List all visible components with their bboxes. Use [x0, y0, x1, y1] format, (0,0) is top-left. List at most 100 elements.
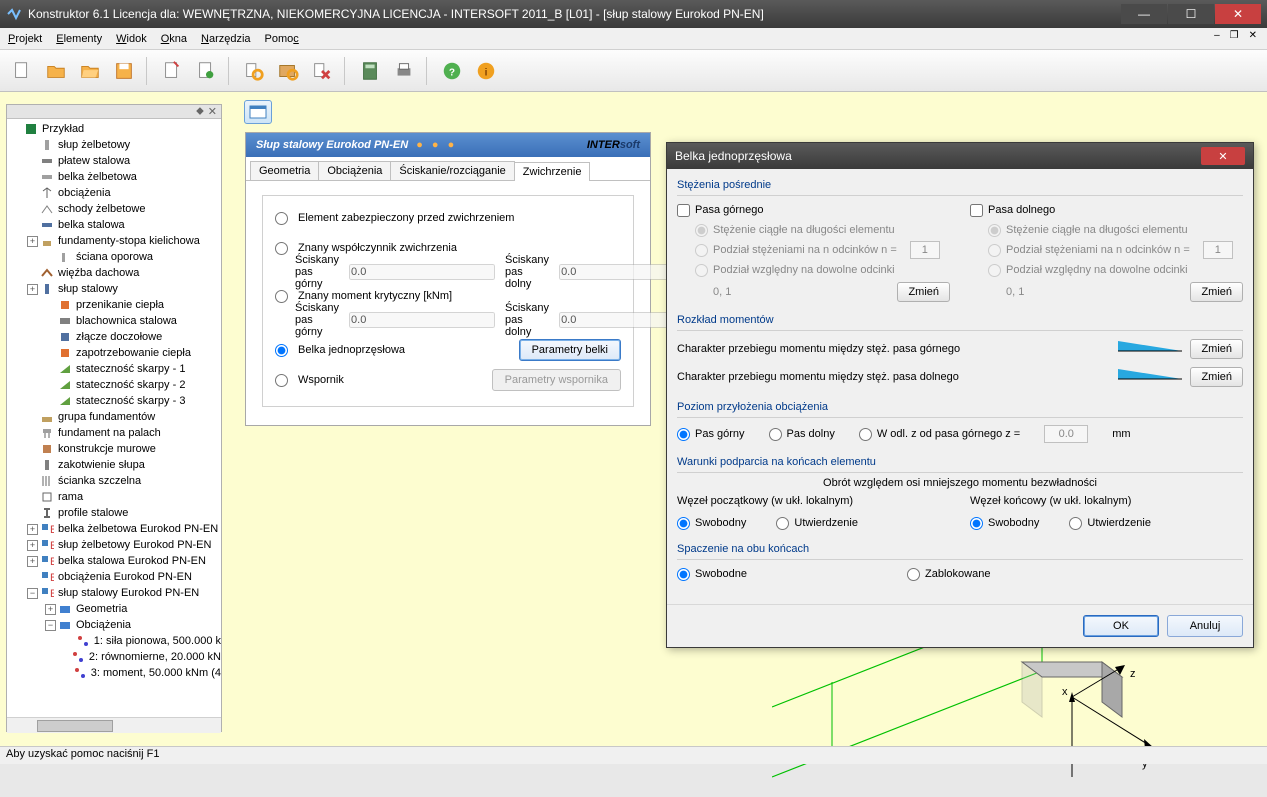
tree-item[interactable]: słup stalowy Eurokod PN-EN	[56, 587, 199, 599]
tree-item[interactable]: ścianka szczelna	[56, 475, 141, 487]
tree-item[interactable]: profile stalowe	[56, 507, 128, 519]
tree-item[interactable]: 1: siła pionowa, 500.000 k	[92, 635, 221, 647]
expand-icon[interactable]: +	[27, 524, 38, 535]
input-z[interactable]	[1044, 425, 1088, 443]
delete-button[interactable]	[308, 57, 336, 85]
new-button[interactable]	[8, 57, 36, 85]
tree-item[interactable]: rama	[56, 491, 83, 503]
check-pasa-gornego[interactable]	[677, 204, 690, 217]
calc-button[interactable]	[356, 57, 384, 85]
cancel-button[interactable]: Anuluj	[1167, 615, 1243, 637]
tree-scrollbar[interactable]	[7, 717, 221, 733]
tree-item[interactable]: stateczność skarpy - 2	[74, 379, 185, 391]
mdi-minimize-button[interactable]: –	[1210, 30, 1224, 41]
zmien-moment-g-button[interactable]: Zmień	[1190, 339, 1243, 359]
ok-button[interactable]: OK	[1083, 615, 1159, 637]
tree-item[interactable]: belka stalowa Eurokod PN-EN	[56, 555, 206, 567]
tree-root[interactable]: Przykład	[40, 123, 84, 135]
menu-elementy[interactable]: Elementy	[56, 33, 102, 45]
mdi-restore-button[interactable]: ❐	[1226, 30, 1243, 41]
tree-item[interactable]: schody żelbetowe	[56, 203, 145, 215]
radio-swobodne[interactable]	[677, 568, 690, 581]
radio-odl-z[interactable]	[859, 428, 872, 441]
radio-wspolczynnik[interactable]	[275, 242, 288, 255]
doc2-button[interactable]	[192, 57, 220, 85]
menu-widok[interactable]: Widok	[116, 33, 147, 45]
tree-item[interactable]: słup żelbetowy Eurokod PN-EN	[56, 539, 211, 551]
radio-swobodny-p[interactable]	[677, 517, 690, 530]
collapse-icon[interactable]: −	[27, 588, 38, 599]
info-button[interactable]: i	[472, 57, 500, 85]
tree-item[interactable]: obciążenia	[56, 187, 111, 199]
tree-item[interactable]: konstrukcje murowe	[56, 443, 156, 455]
mdi-window-icon[interactable]	[244, 100, 272, 124]
expand-icon[interactable]: +	[27, 540, 38, 551]
menu-narzedzia[interactable]: Narzędzia	[201, 33, 251, 45]
zmien-d-button[interactable]: Zmień	[1190, 282, 1243, 302]
tree-item[interactable]: słup stalowy	[56, 283, 118, 295]
check-pasa-dolnego[interactable]	[970, 204, 983, 217]
menu-okna[interactable]: Okna	[161, 33, 187, 45]
help-button[interactable]: ?	[438, 57, 466, 85]
print-button[interactable]	[390, 57, 418, 85]
doc1-button[interactable]	[158, 57, 186, 85]
minimize-button[interactable]: —	[1121, 4, 1167, 24]
gear2-button[interactable]	[274, 57, 302, 85]
radio-belka[interactable]	[275, 344, 288, 357]
tab-sciskanie[interactable]: Ściskanie/rozciąganie	[390, 161, 514, 180]
tree-item[interactable]: słup żelbetowy	[56, 139, 130, 151]
zmien-g-button[interactable]: Zmień	[897, 282, 950, 302]
gear1-button[interactable]	[240, 57, 268, 85]
tree-item[interactable]: belka żelbetowa Eurokod PN-EN	[56, 523, 218, 535]
collapse-icon[interactable]: −	[45, 620, 56, 631]
expand-icon[interactable]: +	[45, 604, 56, 615]
tree-item[interactable]: 2: równomierne, 20.000 kN	[87, 651, 221, 663]
zmien-moment-d-button[interactable]: Zmień	[1190, 367, 1243, 387]
tab-obciazenia[interactable]: Obciążenia	[318, 161, 391, 180]
radio-utwierdzenie-k[interactable]	[1069, 517, 1082, 530]
tree-item[interactable]: stateczność skarpy - 1	[74, 363, 185, 375]
maximize-button[interactable]: ☐	[1168, 4, 1214, 24]
tree-item[interactable]: grupa fundamentów	[56, 411, 155, 423]
open-button[interactable]	[42, 57, 70, 85]
tree-item[interactable]: zapotrzebowanie ciepła	[74, 347, 191, 359]
input-pas-gorny-2[interactable]	[349, 312, 495, 328]
project-tree[interactable]: Przykład słup żelbetowy płatew stalowa b…	[7, 119, 221, 717]
open2-button[interactable]	[76, 57, 104, 85]
expand-icon[interactable]: +	[27, 556, 38, 567]
tree-item[interactable]: blachownica stalowa	[74, 315, 177, 327]
input-pas-gorny-1[interactable]	[349, 264, 495, 280]
expand-icon[interactable]: +	[27, 236, 38, 247]
menu-pomoc[interactable]: Pomoc	[265, 33, 299, 45]
tree-item[interactable]: fundamenty-stopa kielichowa	[56, 235, 200, 247]
radio-swobodny-k[interactable]	[970, 517, 983, 530]
radio-moment[interactable]	[275, 290, 288, 303]
tree-item[interactable]: złącze doczołowe	[74, 331, 162, 343]
tree-item[interactable]: Geometria	[74, 603, 127, 615]
radio-zablokowane[interactable]	[907, 568, 920, 581]
tree-item[interactable]: przenikanie ciepła	[74, 299, 164, 311]
tab-zwichrzenie[interactable]: Zwichrzenie	[514, 162, 591, 181]
radio-pas-gorny[interactable]	[677, 428, 690, 441]
menu-projekt[interactable]: Projekt	[8, 33, 42, 45]
tree-item[interactable]: płatew stalowa	[56, 155, 130, 167]
tree-item[interactable]: stateczność skarpy - 3	[74, 395, 185, 407]
tree-item[interactable]: fundament na palach	[56, 427, 161, 439]
tree-item[interactable]: belka żelbetowa	[56, 171, 137, 183]
parametry-belki-button[interactable]: Parametry belki	[519, 339, 621, 361]
mdi-close-button[interactable]: ✕	[1245, 30, 1261, 41]
radio-pas-dolny[interactable]	[769, 428, 782, 441]
radio-wspornik[interactable]	[275, 374, 288, 387]
tree-item[interactable]: Obciążenia	[74, 619, 131, 631]
panel-close-icon[interactable]: ✕	[208, 105, 217, 118]
radio-zabezpieczony[interactable]	[275, 212, 288, 225]
tree-item[interactable]: obciążenia Eurokod PN-EN	[56, 571, 192, 583]
tree-item[interactable]: więźba dachowa	[56, 267, 139, 279]
close-button[interactable]: ✕	[1215, 4, 1261, 24]
tree-item[interactable]: zakotwienie słupa	[56, 459, 145, 471]
expand-icon[interactable]: +	[27, 284, 38, 295]
dialog-close-button[interactable]: ✕	[1201, 147, 1245, 165]
radio-utwierdzenie-p[interactable]	[776, 517, 789, 530]
tree-item[interactable]: 3: moment, 50.000 kNm (4	[89, 667, 221, 679]
tree-item[interactable]: ściana oporowa	[74, 251, 153, 263]
